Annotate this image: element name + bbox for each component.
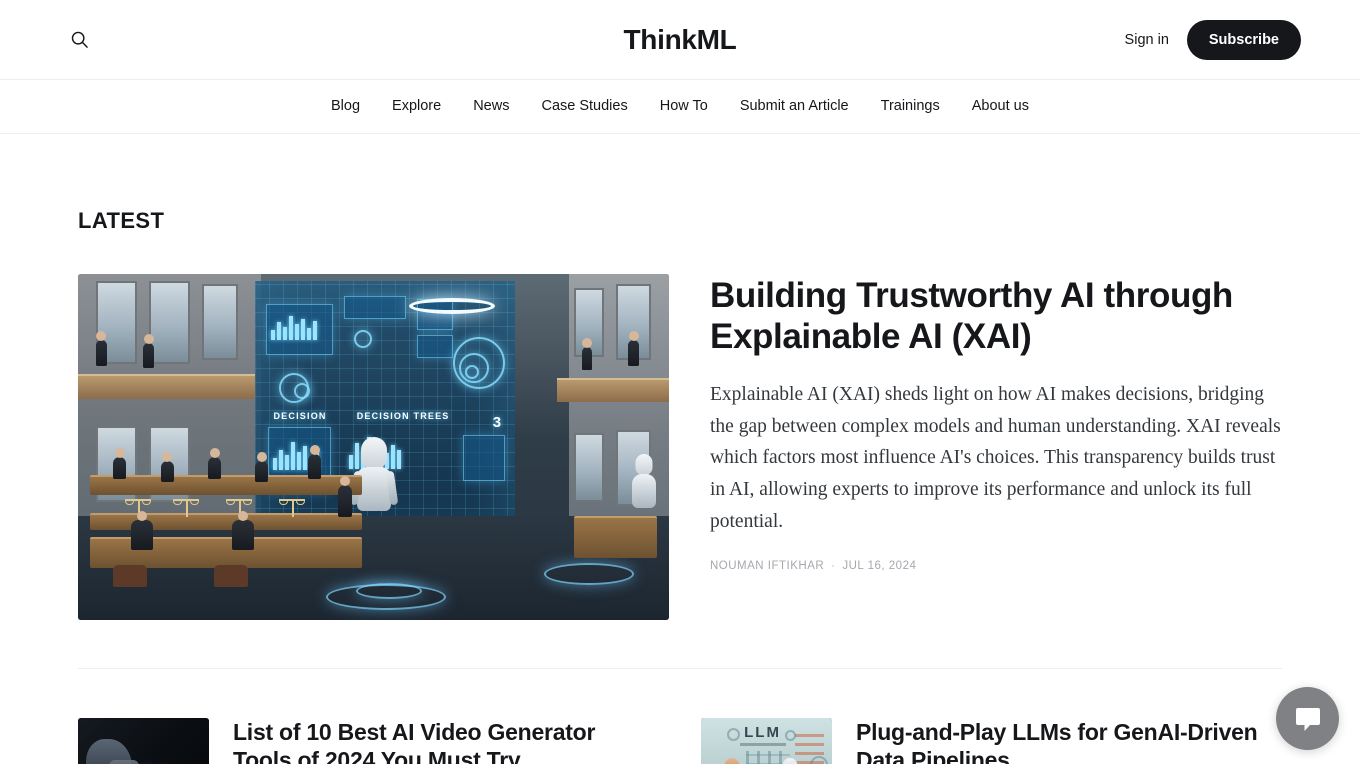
chat-bubble-icon	[1293, 704, 1323, 734]
post-date: JUL 16, 2024	[842, 560, 917, 573]
section-divider	[78, 668, 1282, 669]
courtroom-ai-illustration: DECISION DECISION TREES 3	[78, 274, 669, 620]
secondary-robot	[631, 453, 657, 512]
featured-post-excerpt: Explainable AI (XAI) sheds light on how …	[710, 384, 1281, 532]
nav-item-explore[interactable]: Explore	[376, 99, 457, 114]
post-card: AI List of 10 Best AI Video Generator To…	[78, 718, 659, 764]
header-actions: Sign in Subscribe	[1125, 19, 1301, 60]
search-button[interactable]	[62, 23, 96, 57]
post-card-title[interactable]: Plug-and-Play LLMs for GenAI-Driven Data…	[856, 718, 1282, 764]
post-card-image[interactable]: AI	[78, 718, 209, 764]
nav-item-blog[interactable]: Blog	[315, 99, 376, 114]
holo-label-counter: 3	[492, 414, 503, 432]
subscribe-button[interactable]: Subscribe	[1186, 19, 1301, 60]
search-icon	[70, 30, 89, 49]
section-heading-latest: LATEST	[78, 208, 165, 233]
featured-post-image[interactable]: DECISION DECISION TREES 3	[78, 274, 669, 620]
featured-post: DECISION DECISION TREES 3 Building Trust…	[78, 274, 1282, 620]
robot-right	[777, 758, 803, 764]
holo-label-decision: DECISION	[273, 411, 327, 422]
site-logo-link[interactable]: ThinkML	[624, 24, 737, 55]
meta-separator: ·	[831, 559, 836, 572]
image-overlay-text: LLM	[744, 723, 781, 741]
nav-item-news[interactable]: News	[457, 99, 525, 114]
site-header: ThinkML Sign in Subscribe	[0, 0, 1360, 80]
sign-in-link[interactable]: Sign in	[1125, 32, 1169, 48]
post-card-image[interactable]: LLM	[701, 718, 832, 764]
main-content: LATEST DECISION DECISION TREES 3 Buildin…	[0, 208, 1360, 764]
featured-post-body: Building Trustworthy AI through Explaina…	[710, 274, 1282, 572]
featured-post-meta: NOUMAN IFTIKHAR · JUL 16, 2024	[710, 560, 1282, 572]
nav-item-about-us[interactable]: About us	[956, 99, 1045, 114]
post-card-grid: AI List of 10 Best AI Video Generator To…	[78, 718, 1282, 764]
post-card: LLM Plug-and-Play LLMs for GenAI-Driven …	[701, 718, 1282, 764]
ai-video-tools-illustration: AI	[78, 718, 209, 764]
robot-left	[719, 758, 745, 764]
nav-item-submit-an-article[interactable]: Submit an Article	[724, 99, 865, 114]
holo-label-decision-trees-left: DECISION TREES	[356, 411, 450, 422]
post-author-link[interactable]: NOUMAN IFTIKHAR	[710, 560, 824, 572]
nav-item-case-studies[interactable]: Case Studies	[525, 99, 643, 114]
llm-pipeline-illustration: LLM	[701, 718, 832, 764]
nav-item-how-to[interactable]: How To	[644, 99, 724, 114]
post-card-title[interactable]: List of 10 Best AI Video Generator Tools…	[233, 718, 659, 764]
nav-item-trainings[interactable]: Trainings	[865, 99, 956, 114]
chat-widget-button[interactable]	[1276, 687, 1339, 750]
featured-post-title[interactable]: Building Trustworthy AI through Explaina…	[710, 276, 1282, 357]
primary-navigation: Blog Explore News Case Studies How To Su…	[0, 80, 1360, 134]
